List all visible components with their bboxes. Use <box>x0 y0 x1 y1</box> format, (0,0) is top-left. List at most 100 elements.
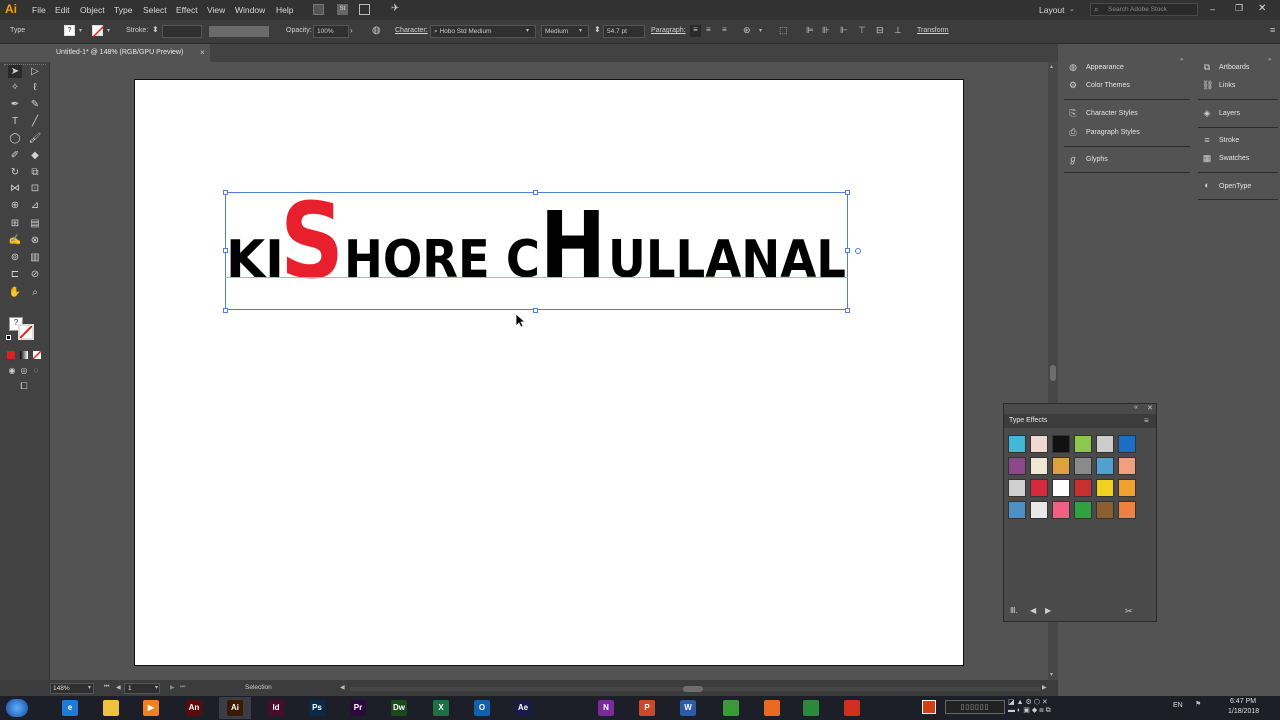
line-tool-icon[interactable]: ╱ <box>28 115 42 128</box>
horizontal-align-left-icon[interactable]: ⊫ <box>806 25 814 36</box>
scrollbar-thumb[interactable] <box>1050 365 1056 381</box>
align-left-icon[interactable]: ≡ <box>690 25 701 37</box>
panel-menu-icon[interactable]: ≡ <box>1144 416 1149 425</box>
transform-link[interactable]: Transform <box>917 27 949 34</box>
layers-icon[interactable]: ◈ <box>1202 108 1212 118</box>
character-label[interactable]: Character: <box>395 27 428 34</box>
ellipse-tool-icon[interactable]: ◯ <box>8 132 22 145</box>
type-effect-swatch[interactable] <box>1030 435 1048 453</box>
paragraph-label[interactable]: Paragraph: <box>651 27 686 34</box>
type-effect-swatch[interactable] <box>1118 501 1136 519</box>
paragraph-styles-icon[interactable]: ⎙ <box>1068 127 1078 137</box>
taskbar-app-button[interactable]: An <box>178 697 210 719</box>
chevron-right-icon[interactable]: ▶ <box>1042 684 1047 691</box>
hand-tool-icon[interactable]: ✋ <box>8 286 22 299</box>
handle-top-center[interactable] <box>533 190 538 195</box>
width-tool-icon[interactable]: ⋈ <box>8 182 22 195</box>
perspective-grid-tool-icon[interactable]: ⊿ <box>28 199 42 212</box>
shape-builder-tool-icon[interactable]: ⊕ <box>8 199 22 212</box>
type-effect-swatch[interactable] <box>1074 457 1092 475</box>
taskbar-app-button[interactable]: Id <box>260 697 292 719</box>
taskbar-app-button[interactable] <box>756 697 788 719</box>
stroke-color-box[interactable] <box>18 324 34 340</box>
taskbar-app-button[interactable]: ▶ <box>135 697 167 719</box>
type-effect-swatch[interactable] <box>1008 479 1026 497</box>
close-panel-icon[interactable]: ✕ <box>1147 404 1153 412</box>
zoom-tool-icon[interactable]: ⌕ <box>28 286 42 299</box>
recolor-artwork-icon[interactable]: ◍ <box>372 25 381 36</box>
taskbar-app-button[interactable] <box>95 697 127 719</box>
taskbar-app-button[interactable]: W <box>672 697 704 719</box>
color-themes-icon[interactable]: ⚙ <box>1068 80 1078 90</box>
chevron-down-icon[interactable]: ▾ <box>79 27 82 34</box>
rotate-tool-icon[interactable]: ↻ <box>8 166 22 179</box>
workspace-switcher[interactable]: Layout <box>1039 5 1065 15</box>
scroll-up-icon[interactable]: ▴ <box>1050 63 1053 70</box>
close-tab-icon[interactable]: × <box>200 48 205 57</box>
taskbar-app-button[interactable]: N <box>590 697 622 719</box>
stroke-weight-stepper[interactable]: ⬍ <box>152 25 159 34</box>
minimize-icon[interactable]: – <box>1210 4 1215 14</box>
chevron-down-icon[interactable]: ▾ <box>155 684 158 691</box>
flag-icon[interactable]: ⚑ <box>1195 700 1201 708</box>
recording-tray-icon[interactable] <box>922 700 936 714</box>
menu-edit[interactable]: Edit <box>55 5 70 15</box>
panel-stroke[interactable]: Stroke <box>1219 137 1239 144</box>
panel-paragraph-styles[interactable]: Paragraph Styles <box>1086 129 1140 136</box>
taskbar-app-button[interactable] <box>795 697 827 719</box>
clock-time[interactable]: 6:47 PM <box>1230 698 1256 705</box>
bridge-icon[interactable] <box>313 4 324 15</box>
artboard[interactable] <box>134 79 964 666</box>
type-effect-swatch[interactable] <box>1052 479 1070 497</box>
chevron-down-icon[interactable]: ▾ <box>579 27 582 34</box>
taskbar-app-button[interactable] <box>836 697 868 719</box>
last-artboard-icon[interactable]: ⏭ <box>180 684 185 691</box>
current-tool-status[interactable]: Selection <box>245 684 272 691</box>
next-artboard-icon[interactable]: ▶ <box>170 684 175 691</box>
system-tray-icons[interactable]: ◪▲⚙⬡✕ ▬◐▣◆⧈⧉ <box>1008 698 1053 715</box>
type-effect-swatch[interactable] <box>1052 457 1070 475</box>
taskbar-app-button[interactable]: P <box>631 697 663 719</box>
screen-mode-icon[interactable]: ⧠ <box>17 380 31 393</box>
type-effect-swatch[interactable] <box>1096 479 1114 497</box>
align-to-selection-icon[interactable]: ⬚ <box>779 25 788 36</box>
stock-search-box[interactable]: ⌕ Search Adobe Stock <box>1090 3 1198 16</box>
type-effect-swatch[interactable] <box>1052 435 1070 453</box>
vertical-align-top-icon[interactable]: ⊤ <box>858 25 866 36</box>
horizontal-align-right-icon[interactable]: ⊩ <box>840 25 848 36</box>
document-tab[interactable]: Untitled-1* @ 148% (RGB/GPU Preview) × <box>50 44 210 62</box>
eyedropper-tool-icon[interactable]: ✍ <box>8 234 22 247</box>
type-effect-swatch[interactable] <box>1008 457 1026 475</box>
handle-bottom-center[interactable] <box>533 308 538 313</box>
taskbar-app-button[interactable]: Ps <box>301 697 333 719</box>
menu-view[interactable]: View <box>207 5 225 15</box>
collapse-panels-icon[interactable]: » <box>1180 57 1183 63</box>
character-styles-icon[interactable]: ⎘ <box>1068 108 1078 118</box>
symbol-sprayer-tool-icon[interactable]: ⊚ <box>8 251 22 264</box>
type-effect-swatch[interactable] <box>1074 501 1092 519</box>
taskbar-app-button[interactable]: Ae <box>507 697 539 719</box>
control-menu-icon[interactable]: ≡ <box>1270 25 1275 35</box>
draw-inside-icon[interactable]: ◌ <box>29 364 43 377</box>
shaper-tool-icon[interactable]: ✐ <box>8 149 22 162</box>
panel-opentype[interactable]: OpenType <box>1219 183 1251 190</box>
column-graph-tool-icon[interactable]: ▥ <box>28 251 42 264</box>
start-button-icon[interactable] <box>6 699 28 717</box>
selection-bounding-box[interactable] <box>225 192 848 310</box>
links-icon[interactable]: ⛓ <box>1202 80 1213 90</box>
paintbrush-tool-icon[interactable]: 🖌 <box>28 132 42 145</box>
type-effect-swatch[interactable] <box>1118 435 1136 453</box>
type-effect-swatch[interactable] <box>1074 435 1092 453</box>
opentype-icon[interactable]: ◐ <box>1202 180 1212 190</box>
menu-select[interactable]: Select <box>143 5 167 15</box>
type-effect-swatch[interactable] <box>1008 501 1026 519</box>
blend-tool-icon[interactable]: ⊗ <box>28 234 42 247</box>
align-right-icon[interactable]: ≡ <box>722 25 727 34</box>
panel-layers[interactable]: Layers <box>1219 110 1240 117</box>
handle-bottom-left[interactable] <box>223 308 228 313</box>
first-artboard-icon[interactable]: ⏮ <box>104 684 109 691</box>
type-effect-swatch[interactable] <box>1118 457 1136 475</box>
gradient-mode-icon[interactable] <box>20 351 28 359</box>
chevron-left-icon[interactable]: ◀ <box>340 684 345 691</box>
menu-effect[interactable]: Effect <box>176 5 198 15</box>
